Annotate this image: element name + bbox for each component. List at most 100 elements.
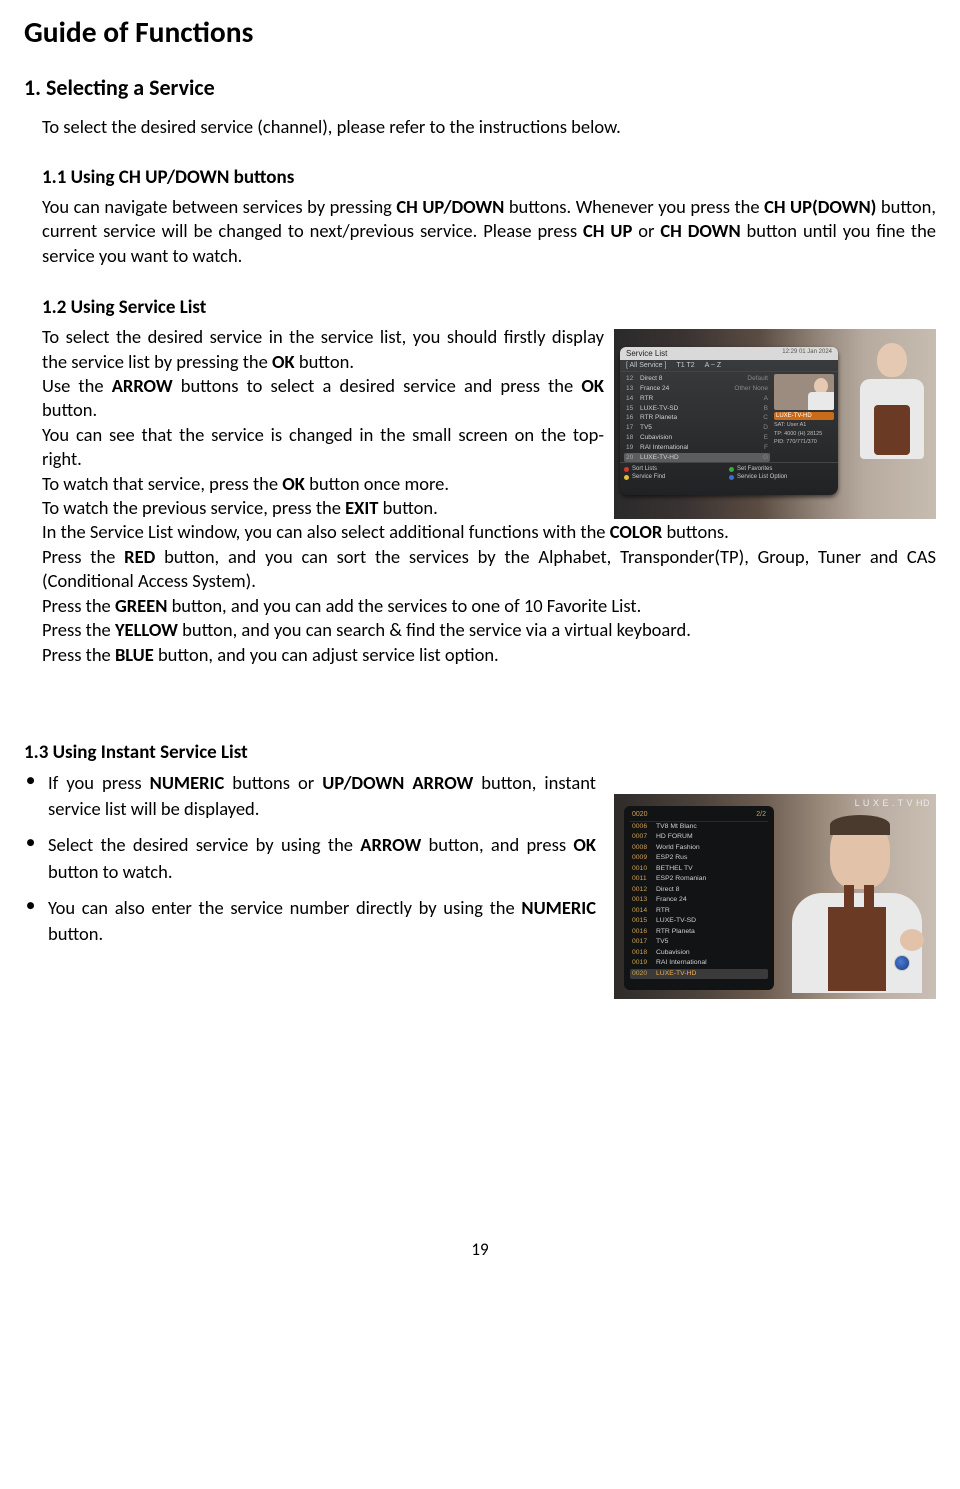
text: button, and you can add the services to … [167,594,641,617]
bold: ARROW [112,374,173,397]
instant-head-right: 2/2 [756,811,766,818]
osd-row: 14RTRA [624,394,770,404]
osd-footer: Sort Lists Set Favorites Service Find Se… [620,462,838,483]
text: Sort Lists [632,466,657,472]
instant-row: 0007HD FORUM [630,832,768,842]
text: button. [378,496,437,519]
osd-preview-video [774,374,834,410]
s12-p9: Press the YELLOW button, and you can sea… [42,618,936,642]
instant-row-name: Cubavision [656,949,766,957]
instant-row: 0017TV5 [630,937,768,947]
instant-row: 0019RAI International [630,958,768,968]
bold: UP/DOWN ARROW [322,771,473,794]
bold: OK [282,472,305,495]
osd-preview: LUXE-TV-HD SAT: User A1 TP: 4000 (H) 281… [774,374,834,462]
text: Select the desired service by using the [48,833,360,856]
instant-panel: 0020 2/2 0006TV8 Mt Blanc0007HD FORUM000… [624,806,774,990]
instant-row: 0015LUXE-TV-SD [630,916,768,926]
osd-preview-label: LUXE-TV-HD [774,412,834,420]
text: button, and you can adjust service list … [154,643,499,666]
section-1-3: 1.3 Using Instant Service List L U X E .… [24,741,936,999]
osd-foot-opt: Service List Option [729,473,834,481]
instant-row-num: 0015 [632,917,656,925]
text: button. [48,922,103,945]
text: Press the [42,594,115,617]
text: In the Service List window, you can also… [42,520,610,543]
text: button, and you can sort the services by… [42,545,936,592]
instant-row: 0018Cubavision [630,948,768,958]
osd-row-num: 20 [626,454,640,462]
figure-service-list: Service List 12:29 01 Jan 2024 [ All Ser… [614,329,936,519]
section-1-1-heading: 1.1 Using CH UP/DOWN buttons [42,166,936,189]
osd-row-key: A [730,395,768,403]
instant-row-name: HD FORUM [656,833,766,841]
osd-foot-sort: Sort Lists [624,465,729,473]
osd-row-key: Default [730,375,768,383]
instant-row: 0008World Fashion [630,843,768,853]
osd-row-name: Direct 8 [640,375,730,383]
instant-row-name: RTR [656,907,766,915]
bold: OK [581,374,604,397]
osd-row-key: C [730,414,768,422]
osd-list: 12Direct 8Default13France 24Other None14… [624,374,770,462]
osd-row-name: RAI International [640,444,730,452]
bold: CH UP/DOWN [396,195,504,218]
bold: CH DOWN [660,219,740,242]
list-item: If you press NUMERIC buttons or UP/DOWN … [24,770,596,823]
instant-row-name: RTR Planeta [656,928,766,936]
s12-p10: Press the BLUE button, and you can adjus… [42,643,936,667]
bold: CH UP(DOWN) [764,195,876,218]
badge-icon [894,955,910,971]
text: You can also enter the service number di… [48,896,521,919]
instant-row-num: 0016 [632,928,656,936]
bold: BLUE [115,643,154,666]
instant-row-name: RAI International [656,959,766,967]
osd-row-num: 12 [626,375,640,383]
osd-row-num: 17 [626,424,640,432]
text: or [632,219,660,242]
osd-row-key: F [730,444,768,452]
osd-foot-find: Service Find [624,473,729,481]
list-item: You can also enter the service number di… [24,895,596,948]
bold: YELLOW [115,618,178,641]
osd-preview-meta2: TP: 4000 (H) 28125 [774,431,834,438]
s12-p6: In the Service List window, you can also… [42,520,936,544]
osd-row-num: 16 [626,414,640,422]
osd-row-name: LUXE-TV-HD [640,454,730,462]
instant-row-name: World Fashion [656,844,766,852]
list-item: Select the desired service by using the … [24,832,596,885]
osd-row: 19RAI InternationalF [624,443,770,453]
instant-row-num: 0006 [632,823,656,831]
text: Press the [42,618,115,641]
osd-row: 15LUXE-TV-SDB [624,404,770,414]
instant-row: 0006TV8 Mt Blanc [630,822,768,832]
osd-tab-all: [ All Service ] [626,362,666,369]
osd-tab-tuner: T1 T2 [676,362,694,369]
instant-row-num: 0017 [632,938,656,946]
instant-row-num: 0014 [632,907,656,915]
osd-tab-sort: A ~ Z [705,362,722,369]
osd-row-name: LUXE-TV-SD [640,405,730,413]
s12-p7: Press the RED button, and you can sort t… [42,545,936,594]
instant-row-num: 0010 [632,865,656,873]
osd-row-name: RTR [640,395,730,403]
instant-row-name: BETHEL TV [656,865,766,873]
section-1-1-body: You can navigate between services by pre… [42,195,936,268]
bold: EXIT [345,496,378,519]
text: button once more. [305,472,449,495]
text: buttons or [224,771,322,794]
osd-foot-fav: Set Favorites [729,465,834,473]
instant-row-name: ESP2 Rus [656,854,766,862]
section-1-intro: To select the desired service (channel),… [42,115,936,138]
osd-row-key: D [730,424,768,432]
instant-row-num: 0009 [632,854,656,862]
section-1-3-heading: 1.3 Using Instant Service List [24,741,936,764]
instant-row-num: 0013 [632,896,656,904]
brand-watermark: L U X E . T V HD [855,798,930,808]
instant-row-num: 0020 [632,970,656,978]
instant-row: 0014RTR [630,906,768,916]
yellow-dot-icon [624,475,629,480]
instant-row-num: 0018 [632,949,656,957]
osd-tabs: [ All Service ] T1 T2 A ~ Z [620,360,838,372]
osd-row-num: 13 [626,385,640,393]
